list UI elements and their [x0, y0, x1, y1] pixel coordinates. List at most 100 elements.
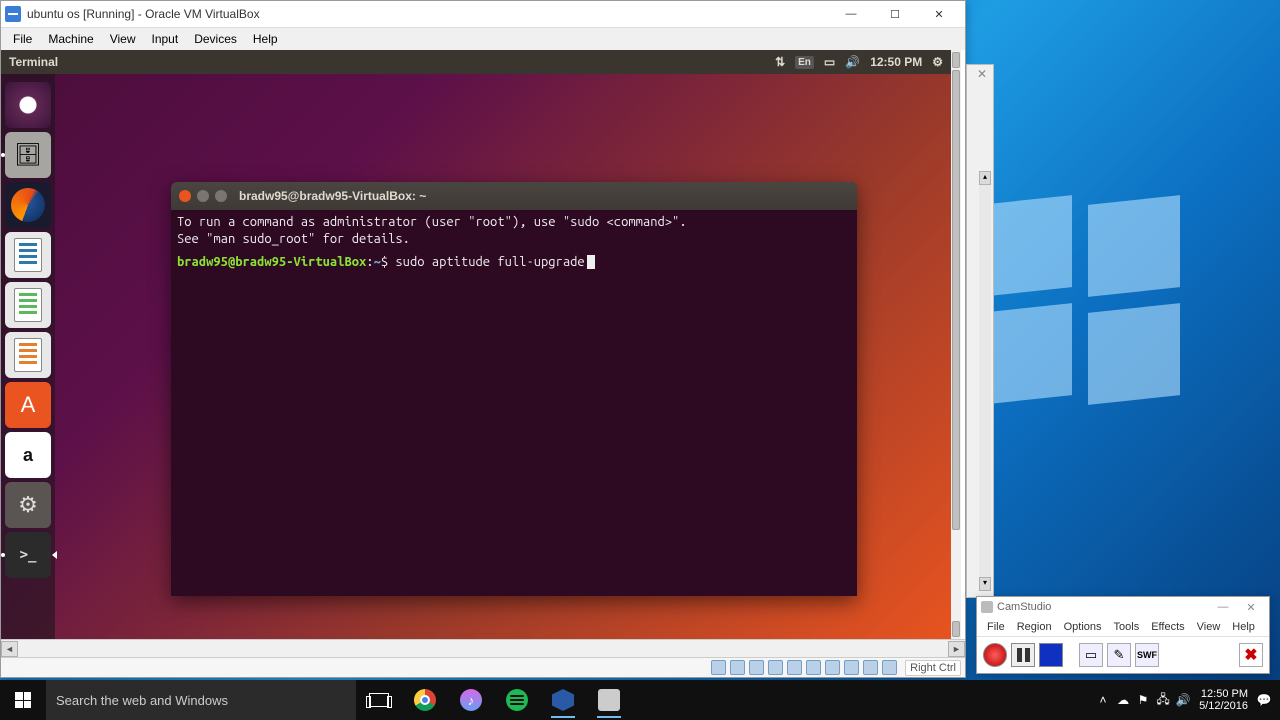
menu-effects[interactable]: Effects — [1145, 621, 1190, 633]
menu-options[interactable]: Options — [1058, 621, 1108, 633]
taskbar-chrome[interactable] — [402, 680, 448, 720]
record-button[interactable] — [983, 643, 1007, 667]
fragment-scrollbar[interactable]: ▴ ▾ — [979, 171, 991, 591]
close-button[interactable]: ✕ — [1237, 601, 1265, 614]
launcher-firefox[interactable] — [5, 182, 51, 228]
virtualbox-window: ubuntu os [Running] - Oracle VM VirtualB… — [0, 0, 966, 678]
impress-icon — [14, 338, 42, 372]
maximize-button[interactable]: ☐ — [873, 3, 917, 25]
session-indicator-icon[interactable]: ⚙ — [932, 55, 943, 69]
start-button[interactable] — [0, 680, 46, 720]
active-app-arrow-icon — [52, 551, 57, 559]
terminal-close-button[interactable] — [179, 190, 191, 202]
action-center-button[interactable]: 💬 — [1254, 693, 1274, 707]
stop-button[interactable] — [1039, 643, 1063, 667]
status-cpu-icon[interactable] — [863, 660, 878, 675]
status-display-icon[interactable] — [825, 660, 840, 675]
volume-indicator-icon[interactable]: 🔊 — [845, 55, 860, 69]
minimize-button[interactable]: — — [829, 3, 873, 25]
camstudio-titlebar[interactable]: CamStudio — ✕ — [977, 597, 1269, 617]
scroll-up-button[interactable] — [952, 52, 960, 68]
toggle-view-button[interactable]: ▭ — [1079, 643, 1103, 667]
tray-onedrive-icon[interactable]: ☁ — [1113, 693, 1133, 707]
scroll-up-button[interactable]: ▴ — [979, 171, 991, 185]
terminal-output-line: To run a command as administrator (user … — [177, 214, 851, 231]
tray-overflow-button[interactable]: ˄ — [1093, 693, 1113, 707]
terminal-titlebar[interactable]: bradw95@bradw95-VirtualBox: ~ — [171, 182, 857, 210]
menu-file[interactable]: File — [981, 621, 1011, 633]
taskbar-itunes[interactable]: ♪ — [448, 680, 494, 720]
command-input[interactable]: sudo aptitude full-upgrade — [395, 255, 584, 269]
menu-view[interactable]: View — [102, 30, 144, 48]
virtualbox-icon — [5, 6, 21, 22]
taskbar-virtualbox[interactable] — [540, 680, 586, 720]
terminal-maximize-button[interactable] — [215, 190, 227, 202]
vm-vertical-scrollbar[interactable] — [951, 50, 961, 639]
taskbar-camstudio[interactable] — [586, 680, 632, 720]
clock[interactable]: 12:50 PM — [870, 55, 922, 69]
launcher-terminal[interactable] — [5, 532, 51, 578]
cortana-search-box[interactable]: Search the web and Windows — [46, 680, 356, 720]
menu-machine[interactable]: Machine — [40, 30, 101, 48]
status-shared-folders-icon[interactable] — [806, 660, 821, 675]
camstudio-toolbar: ▭ ✎ SWF ✖ — [977, 637, 1269, 673]
taskbar-spotify[interactable] — [494, 680, 540, 720]
launcher-ubuntu-software[interactable]: A — [5, 382, 51, 428]
launcher-libreoffice-calc[interactable] — [5, 282, 51, 328]
status-mouse-integration-icon[interactable] — [882, 660, 897, 675]
menu-view[interactable]: View — [1191, 621, 1227, 633]
menu-devices[interactable]: Devices — [186, 30, 245, 48]
menu-region[interactable]: Region — [1011, 621, 1058, 633]
windows-logo — [980, 200, 1180, 400]
battery-indicator-icon[interactable]: ▭ — [824, 55, 835, 69]
network-indicator-icon[interactable]: ⇅ — [775, 55, 785, 69]
tray-security-icon[interactable]: ⚑ — [1133, 693, 1153, 707]
task-view-button[interactable] — [356, 680, 402, 720]
launcher-libreoffice-writer[interactable] — [5, 232, 51, 278]
keyboard-layout-indicator[interactable]: En — [795, 56, 814, 69]
launcher-system-settings[interactable]: ⚙ — [5, 482, 51, 528]
status-audio-icon[interactable] — [749, 660, 764, 675]
tray-network-icon[interactable]: 🖧 — [1153, 690, 1173, 711]
gnome-terminal-window: bradw95@bradw95-VirtualBox: ~ To run a c… — [171, 182, 857, 596]
virtualbox-titlebar[interactable]: ubuntu os [Running] - Oracle VM VirtualB… — [1, 1, 965, 28]
launcher-files[interactable]: 🗄 — [5, 132, 51, 178]
menu-help[interactable]: Help — [245, 30, 286, 48]
scroll-down-button[interactable] — [952, 621, 960, 637]
menu-help[interactable]: Help — [1226, 621, 1261, 633]
close-button[interactable]: ✕ — [917, 3, 961, 25]
host-key-indicator[interactable]: Right Ctrl — [905, 660, 961, 676]
status-optical-icon[interactable] — [730, 660, 745, 675]
system-tray: ˄ ☁ ⚑ 🖧 🔊 12:50 PM 5/12/2016 💬 — [1093, 688, 1280, 712]
menu-file[interactable]: File — [5, 30, 40, 48]
status-recording-icon[interactable] — [844, 660, 859, 675]
menu-input[interactable]: Input — [144, 30, 187, 48]
taskbar-clock[interactable]: 12:50 PM 5/12/2016 — [1193, 688, 1254, 712]
launcher-libreoffice-impress[interactable] — [5, 332, 51, 378]
fragment-close-icon[interactable]: ✕ — [977, 67, 987, 81]
terminal-minimize-button[interactable] — [197, 190, 209, 202]
scroll-right-button[interactable]: ► — [948, 641, 965, 657]
launcher-dash[interactable] — [5, 82, 51, 128]
writer-icon — [14, 238, 42, 272]
scroll-down-button[interactable]: ▾ — [979, 577, 991, 591]
swf-producer-button[interactable]: SWF — [1135, 643, 1159, 667]
calc-icon — [14, 288, 42, 322]
status-usb-icon[interactable] — [787, 660, 802, 675]
status-network-icon[interactable] — [768, 660, 783, 675]
launcher-amazon[interactable]: a — [5, 432, 51, 478]
annotations-button[interactable]: ✎ — [1107, 643, 1131, 667]
vm-display[interactable]: Terminal ⇅ En ▭ 🔊 12:50 PM ⚙ 🗄 A a ⚙ — [1, 50, 965, 639]
scroll-left-button[interactable]: ◄ — [1, 641, 18, 657]
cancel-button[interactable]: ✖ — [1239, 643, 1263, 667]
minimize-button[interactable]: — — [1209, 601, 1237, 613]
menu-tools[interactable]: Tools — [1108, 621, 1146, 633]
files-icon: 🗄 — [14, 142, 42, 168]
vm-horizontal-scrollbar[interactable]: ◄ ► — [1, 639, 965, 657]
terminal-body[interactable]: To run a command as administrator (user … — [171, 210, 857, 275]
amazon-icon: a — [23, 445, 33, 466]
status-hdd-icon[interactable] — [711, 660, 726, 675]
scroll-thumb[interactable] — [952, 70, 960, 530]
tray-volume-icon[interactable]: 🔊 — [1173, 693, 1193, 707]
pause-button[interactable] — [1011, 643, 1035, 667]
